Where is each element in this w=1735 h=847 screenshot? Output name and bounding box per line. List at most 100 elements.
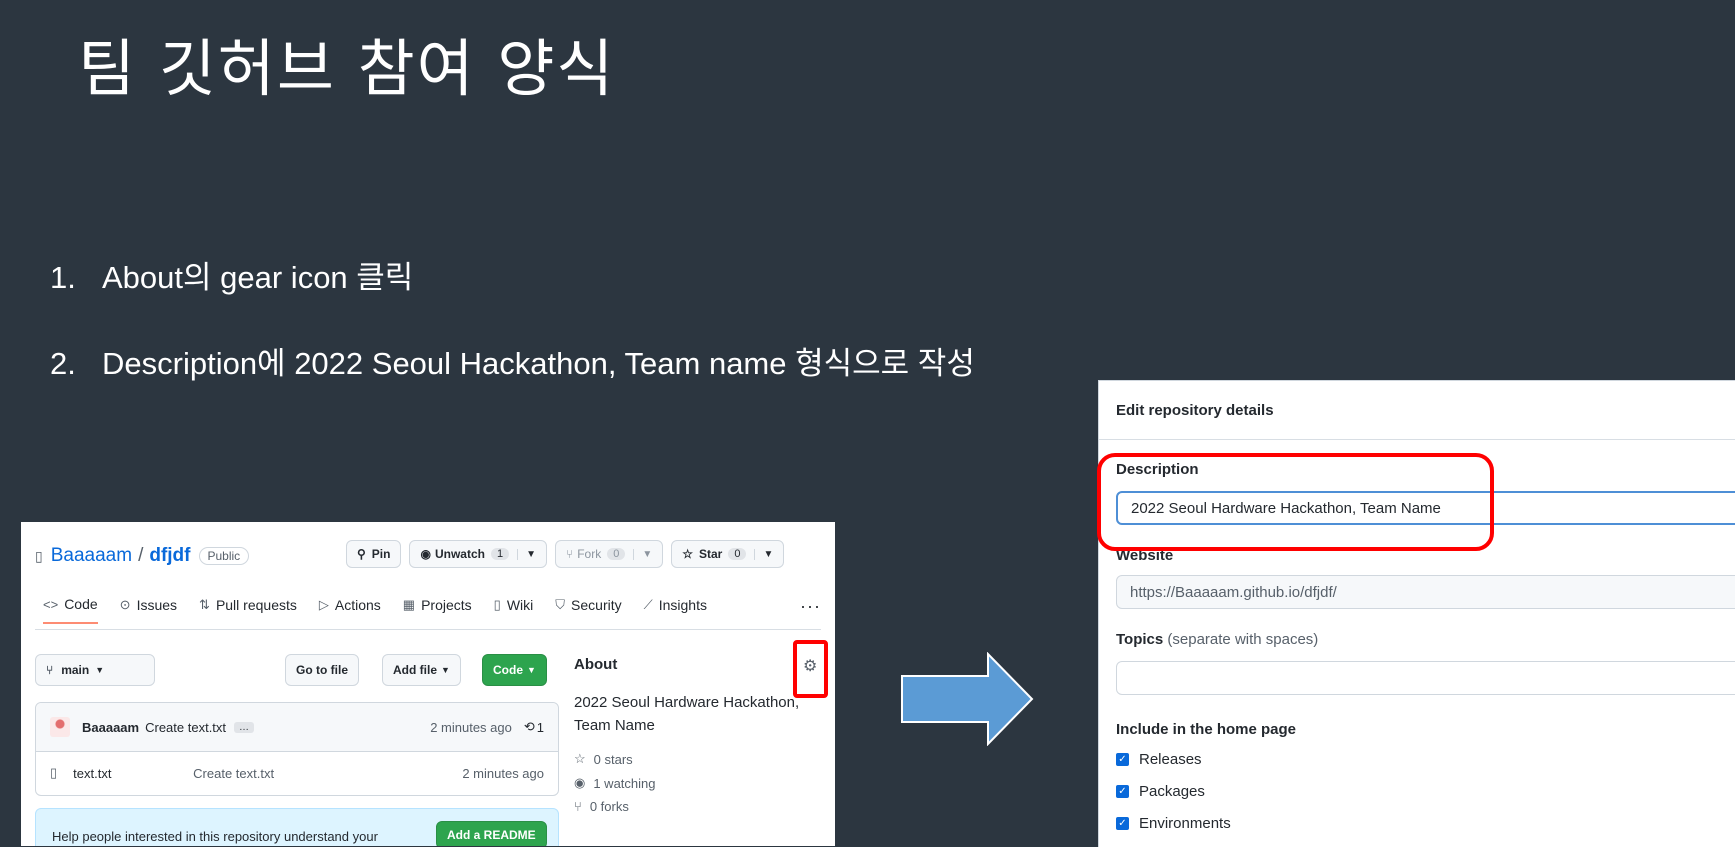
- code-icon: <>: [43, 596, 59, 612]
- issue-icon: ⊙: [119, 597, 131, 612]
- file-time: 2 minutes ago: [462, 765, 544, 781]
- repo-owner-link[interactable]: Baaaaam: [51, 545, 132, 567]
- code-button-label: Code: [493, 663, 523, 677]
- home-page-label: Include in the home page: [1116, 721, 1297, 738]
- visibility-badge: Public: [198, 547, 250, 565]
- table-row[interactable]: ▯ text.txt Create text.txt 2 minutes ago: [36, 752, 558, 794]
- environments-checkbox[interactable]: ✓ Environments: [1116, 815, 1231, 832]
- repo-separator: /: [138, 545, 144, 566]
- tab-divider: [35, 629, 821, 630]
- watching-stat[interactable]: ◉ 1 watching: [574, 775, 824, 791]
- topics-label: Topics (separate with spaces): [1116, 631, 1318, 648]
- chevron-down-icon[interactable]: ▼: [517, 548, 536, 560]
- about-description: 2022 Seoul Hardware Hackathon, Team Name: [574, 694, 800, 734]
- chevron-down-icon: ▼: [527, 665, 536, 675]
- tab-label: Actions: [334, 597, 381, 613]
- readme-prompt: Help people interested in this repositor…: [35, 808, 559, 846]
- forks-stat[interactable]: ⑂ 0 forks: [574, 799, 824, 814]
- topics-input[interactable]: [1116, 661, 1735, 695]
- tab-label: Pull requests: [215, 597, 297, 613]
- tab-label: Projects: [421, 597, 472, 613]
- tab-wiki[interactable]: ▯ Wiki: [494, 596, 534, 624]
- star-label: Star: [699, 547, 723, 561]
- add-readme-button[interactable]: Add a README: [436, 821, 547, 846]
- fork-icon: ⑂: [566, 547, 574, 561]
- tab-pull-requests[interactable]: ⇅ Pull requests: [199, 596, 297, 624]
- arrow-right-icon: [901, 652, 1034, 746]
- packages-checkbox[interactable]: ✓ Packages: [1116, 783, 1205, 800]
- repo-header: ▯ Baaaaam / dfjdf Public: [35, 542, 250, 570]
- tab-label: Security: [571, 597, 622, 613]
- tab-label: Wiki: [506, 597, 534, 613]
- dialog-title: Edit repository details: [1099, 381, 1735, 440]
- check-icon: ✓: [1116, 817, 1129, 830]
- tab-label: Insights: [658, 597, 707, 613]
- tab-projects[interactable]: ▦ Projects: [403, 596, 472, 624]
- commit-count[interactable]: 1: [537, 720, 544, 735]
- step-number: 2.: [50, 346, 76, 381]
- go-to-file-button[interactable]: Go to file: [285, 654, 359, 686]
- play-icon: ▷: [318, 597, 329, 612]
- book-icon: ▯: [493, 597, 501, 612]
- pin-button[interactable]: ⚲ Pin: [346, 540, 402, 568]
- unwatch-label: Unwatch: [434, 547, 485, 561]
- stars-stat[interactable]: ☆ 0 stars: [574, 751, 824, 767]
- readme-text: Help people interested in this repositor…: [52, 829, 378, 844]
- commit-ellipsis[interactable]: …: [234, 721, 255, 733]
- releases-checkbox[interactable]: ✓ Releases: [1116, 751, 1202, 768]
- checkbox-label: Packages: [1139, 783, 1205, 800]
- avatar[interactable]: [50, 717, 70, 737]
- tab-actions[interactable]: ▷ Actions: [319, 596, 381, 624]
- more-menu[interactable]: ···: [800, 596, 821, 624]
- slide-title: 팀 깃허브 참여 양식: [78, 32, 616, 105]
- tab-code[interactable]: <> Code: [43, 596, 98, 624]
- branch-icon: ⑂: [46, 663, 54, 677]
- description-highlight-box: [1097, 453, 1494, 551]
- fork-icon: ⑂: [574, 799, 582, 814]
- commit-message[interactable]: Create text.txt: [145, 720, 226, 735]
- topics-hint: (separate with spaces): [1167, 631, 1319, 648]
- website-input[interactable]: https://Baaaaam.github.io/dfjdf/: [1116, 575, 1735, 609]
- chevron-down-icon: ▼: [95, 665, 105, 675]
- commit-author[interactable]: Baaaaam: [82, 720, 139, 735]
- unwatch-count: 1: [490, 548, 510, 560]
- repo-name-link[interactable]: dfjdf: [149, 545, 190, 567]
- tab-label: Issues: [136, 597, 178, 613]
- latest-commit: Baaaaam Create text.txt … 2 minutes ago …: [36, 703, 558, 752]
- code-button[interactable]: Code ▼: [482, 654, 547, 686]
- graph-icon: ⟋: [643, 597, 653, 612]
- repo-tabs: <> Code ⊙ Issues ⇅ Pull requests ▷ Actions ▦…: [43, 596, 821, 624]
- file-commit-message[interactable]: Create text.txt: [193, 766, 274, 781]
- fork-button[interactable]: ⑂ Fork 0 ▼: [555, 540, 664, 568]
- watching-label: 1 watching: [593, 775, 656, 791]
- chevron-down-icon[interactable]: ▼: [754, 548, 773, 560]
- pin-label: Pin: [371, 547, 391, 561]
- checkbox-label: Releases: [1139, 751, 1202, 768]
- pull-request-icon: ⇅: [199, 597, 210, 612]
- file-name[interactable]: text.txt: [73, 766, 193, 781]
- shield-icon: ⛉: [555, 597, 566, 612]
- step-number: 1.: [50, 260, 76, 295]
- step-2: 2. Description에 2022 Seoul Hackathon, Tea…: [50, 338, 975, 383]
- add-file-label: Add file: [393, 663, 437, 677]
- star-button[interactable]: ☆ Star 0 ▼: [671, 540, 785, 568]
- unwatch-button[interactable]: ◉ Unwatch 1 ▼: [409, 540, 547, 568]
- stars-label: 0 stars: [593, 751, 633, 767]
- chevron-down-icon[interactable]: ▼: [633, 548, 652, 560]
- branch-label: main: [61, 663, 90, 677]
- tab-issues[interactable]: ⊙ Issues: [120, 596, 177, 624]
- branch-select[interactable]: ⑂ main ▼: [35, 654, 155, 686]
- history-icon[interactable]: ⟲: [524, 719, 535, 735]
- star-icon: ☆: [682, 547, 693, 561]
- tab-label: Code: [64, 596, 98, 612]
- step-text: Description에 2022 Seoul Hackathon, Team …: [102, 346, 975, 381]
- fork-label: Fork: [577, 547, 602, 561]
- add-file-button[interactable]: Add file ▼: [382, 654, 461, 686]
- fork-count: 0: [607, 548, 626, 560]
- table-icon: ▦: [402, 597, 416, 612]
- tab-security[interactable]: ⛉ Security: [555, 596, 621, 624]
- tab-insights[interactable]: ⟋ Insights: [644, 596, 707, 624]
- file-list: Baaaaam Create text.txt … 2 minutes ago …: [35, 702, 559, 796]
- eye-icon: ◉: [420, 547, 431, 561]
- about-panel: About 2022 Seoul Hardware Hackathon, Tea…: [574, 654, 824, 814]
